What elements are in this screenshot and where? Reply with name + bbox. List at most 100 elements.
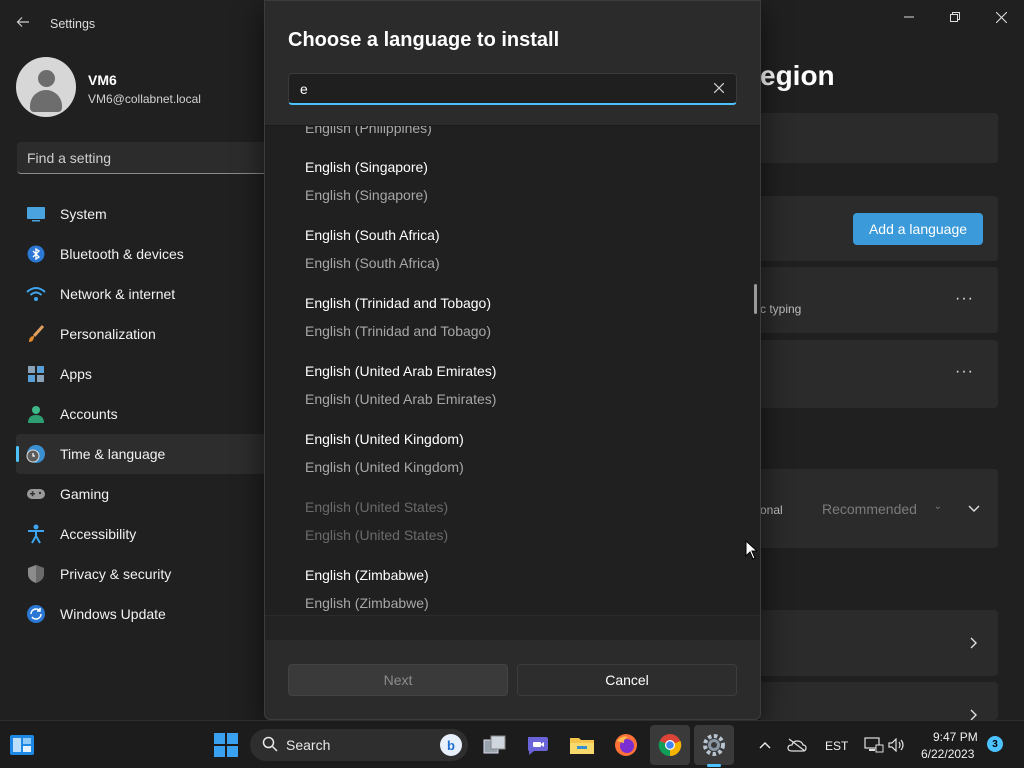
language-option[interactable]: English (United Arab Emirates) English (…: [265, 363, 760, 431]
cancel-button[interactable]: Cancel: [517, 664, 737, 696]
typing-label: c typing: [760, 302, 802, 316]
cloud-offline-icon[interactable]: [783, 731, 811, 759]
chevron-up-icon[interactable]: [751, 731, 779, 759]
list-scrollbar[interactable]: [754, 284, 757, 314]
language-name: English (United Kingdom): [305, 431, 464, 447]
search-label: Search: [286, 737, 331, 753]
restore-icon[interactable]: [940, 8, 970, 26]
firefox-icon[interactable]: [612, 731, 640, 759]
sidebar-item-label: Gaming: [60, 486, 110, 502]
language-native-name: English (Philippines): [305, 125, 432, 136]
clear-search-icon[interactable]: [712, 81, 726, 95]
sidebar-item-label: Personalization: [60, 326, 156, 342]
bluetooth-icon: [26, 244, 46, 264]
chevron-down-icon: ⌄: [933, 501, 942, 512]
language-name: English (United Arab Emirates): [305, 363, 497, 379]
teams-chat-icon[interactable]: [524, 731, 552, 759]
language-native-name: English (United Arab Emirates): [305, 391, 497, 407]
shield-icon: [26, 564, 46, 584]
update-icon: [26, 604, 46, 624]
notification-badge[interactable]: 3: [987, 736, 1003, 752]
chevron-right-icon[interactable]: [970, 636, 978, 652]
add-language-button[interactable]: Add a language: [853, 213, 983, 245]
input-indicator[interactable]: EST: [825, 739, 848, 753]
sidebar-item-time-language[interactable]: Time & language: [16, 434, 266, 474]
regional-label: onal: [760, 503, 783, 517]
sidebar-item-label: Time & language: [60, 446, 166, 462]
user-name: VM6: [88, 72, 117, 88]
back-arrow-icon[interactable]: [16, 15, 32, 31]
language-option[interactable]: English (South Africa) English (South Af…: [265, 227, 760, 295]
sidebar-item-label: Accessibility: [60, 526, 137, 542]
task-view-icon[interactable]: [481, 731, 509, 759]
language-name: English (South Africa): [305, 227, 440, 243]
start-icon[interactable]: [212, 731, 240, 759]
sidebar-item-label: Network & internet: [60, 286, 176, 302]
search-icon: [262, 736, 278, 755]
minimize-icon[interactable]: [894, 8, 924, 26]
language-option[interactable]: English (Singapore) English (Singapore): [265, 159, 760, 227]
language-option-disabled: English (United States) English (United …: [265, 499, 760, 567]
sidebar-nav: System Bluetooth & devices Network & int…: [16, 194, 266, 634]
find-setting-input[interactable]: Find a setting: [17, 142, 277, 174]
widgets-icon[interactable]: [8, 731, 36, 759]
sidebar-item-bluetooth[interactable]: Bluetooth & devices: [16, 234, 266, 274]
sidebar-item-system[interactable]: System: [16, 194, 266, 234]
wifi-icon: [26, 284, 46, 304]
brush-icon: [26, 324, 46, 344]
language-native-name: English (Singapore): [305, 187, 428, 203]
language-native-name: English (United Kingdom): [305, 459, 464, 475]
more-options-icon[interactable]: ···: [955, 363, 974, 381]
sidebar-item-label: Privacy & security: [60, 566, 172, 582]
language-option[interactable]: English (Trinidad and Tobago) English (T…: [265, 295, 760, 363]
sidebar-item-windows-update[interactable]: Windows Update: [16, 594, 266, 634]
dialog-title: Choose a language to install: [288, 29, 560, 51]
sidebar-item-personalization[interactable]: Personalization: [16, 314, 266, 354]
mouse-cursor-icon: [745, 539, 759, 560]
settings-link-card[interactable]: [760, 682, 998, 720]
sidebar-item-accessibility[interactable]: Accessibility: [16, 514, 266, 554]
clock-date[interactable]: 6/22/2023: [921, 747, 974, 761]
sidebar-item-gaming[interactable]: Gaming: [16, 474, 266, 514]
language-option[interactable]: English (United Kingdom) English (United…: [265, 431, 760, 499]
language-name: English (United States): [305, 499, 449, 515]
language-list[interactable]: English (Philippines) English (Singapore…: [265, 125, 760, 615]
sidebar-item-apps[interactable]: Apps: [16, 354, 266, 394]
active-app-indicator: [707, 764, 721, 767]
language-name: English (Trinidad and Tobago): [305, 295, 492, 311]
bing-icon: b: [440, 734, 462, 756]
settings-gear-icon[interactable]: [700, 731, 728, 759]
taskbar: Search b EST 9:47 PM 6/22/2023: [0, 720, 1024, 768]
close-icon[interactable]: [986, 8, 1016, 26]
user-email: VM6@collabnet.local: [88, 92, 201, 106]
chrome-icon[interactable]: [656, 731, 684, 759]
clock-time[interactable]: 9:47 PM: [933, 730, 978, 744]
apps-icon: [26, 364, 46, 384]
next-button[interactable]: Next: [288, 664, 508, 696]
language-native-name: English (United States): [305, 527, 449, 543]
accessibility-icon: [26, 524, 46, 544]
sidebar-item-privacy[interactable]: Privacy & security: [16, 554, 266, 594]
page-title: egion: [760, 60, 835, 91]
gamepad-icon: [26, 484, 46, 504]
volume-icon[interactable]: [883, 731, 911, 759]
chevron-down-icon[interactable]: [968, 500, 980, 516]
recommended-select[interactable]: Recommended ⌄: [812, 493, 954, 525]
language-option[interactable]: English (Zimbabwe) English (Zimbabwe): [265, 567, 760, 615]
avatar[interactable]: [16, 57, 76, 117]
file-explorer-icon[interactable]: [568, 731, 596, 759]
app-title: Settings: [50, 17, 96, 31]
sidebar-item-accounts[interactable]: Accounts: [16, 394, 266, 434]
language-native-name: English (Trinidad and Tobago): [305, 323, 492, 339]
settings-link-card[interactable]: [760, 610, 998, 676]
sidebar-item-label: Apps: [60, 366, 92, 382]
sidebar-item-label: Bluetooth & devices: [60, 246, 184, 262]
sidebar-item-label: Windows Update: [60, 606, 166, 622]
more-options-icon[interactable]: ···: [955, 290, 974, 308]
sidebar-item-label: Accounts: [60, 406, 118, 422]
sidebar-item-network[interactable]: Network & internet: [16, 274, 266, 314]
language-search-input[interactable]: [289, 74, 709, 104]
choose-language-dialog: Choose a language to install English (Ph…: [264, 0, 761, 720]
language-search-box[interactable]: [288, 73, 737, 105]
taskbar-search[interactable]: Search b: [250, 729, 468, 761]
